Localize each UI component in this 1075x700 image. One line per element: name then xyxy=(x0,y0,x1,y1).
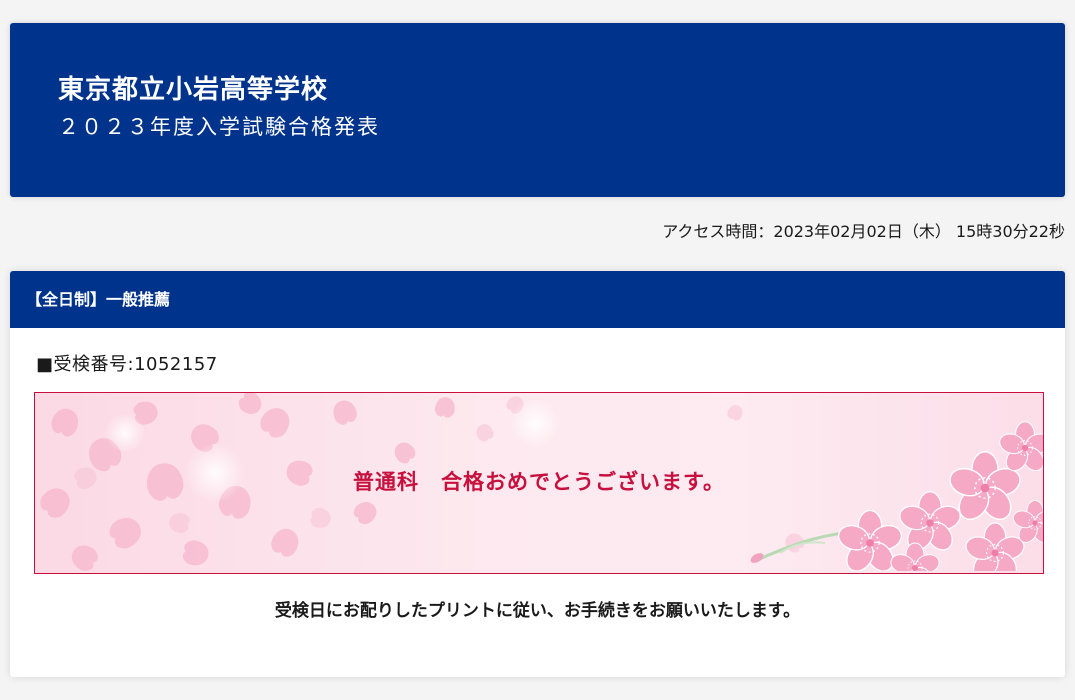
access-time: アクセス時間：2023年02月02日（木） 15時30分22秒 xyxy=(662,222,1065,241)
procedure-note: 受検日にお配りしたプリントに従い、お手続きをお願いいたします。 xyxy=(274,601,801,621)
exam-number: ■受検番号:1052157 xyxy=(36,354,218,375)
result-message: 普通科 合格おめでとうございます。 xyxy=(353,470,725,494)
results-page: 東京都立小岩高等学校 ２０２３年度入学試験合格発表 アクセス時間：2023年02… xyxy=(0,0,1075,700)
result-banner: 普通科 合格おめでとうございます。 xyxy=(34,392,1044,574)
site-header: 東京都立小岩高等学校 ２０２３年度入学試験合格発表 xyxy=(10,23,1065,197)
result-card: 【全日制】一般推薦 ■受検番号:1052157 普通科 合格おめでとうございます… xyxy=(10,271,1065,677)
exam-title: ２０２３年度入学試験合格発表 xyxy=(58,115,380,139)
school-name: 東京都立小岩高等学校 xyxy=(58,75,329,105)
category-title: 【全日制】一般推薦 xyxy=(10,271,1065,328)
